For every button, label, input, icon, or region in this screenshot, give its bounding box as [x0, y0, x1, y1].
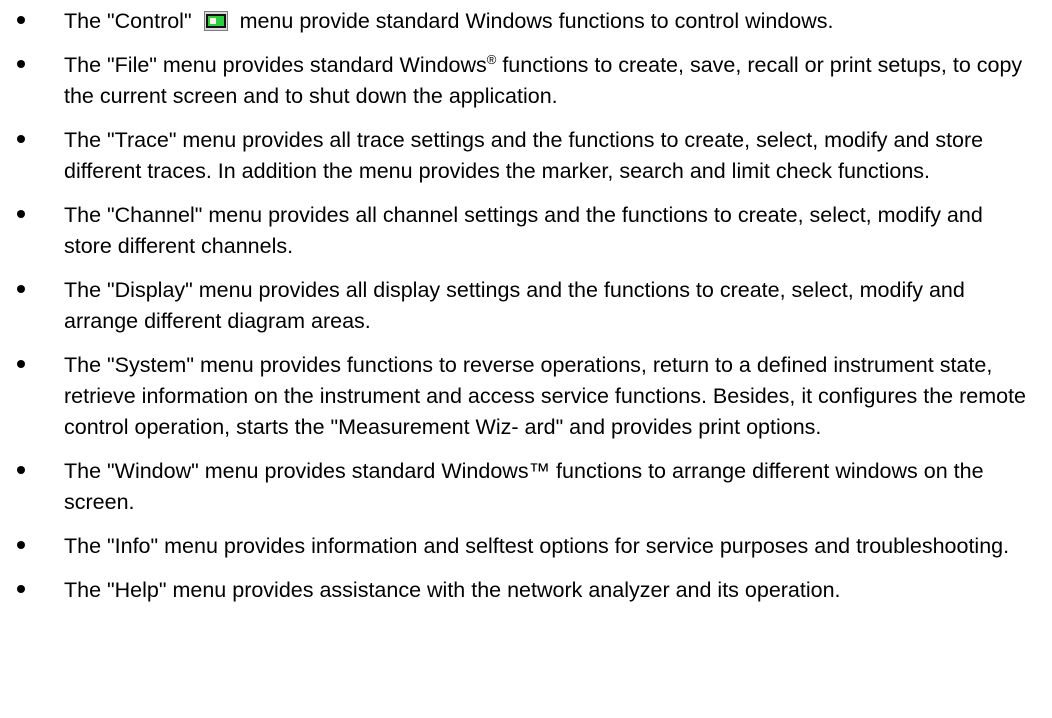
- menu-description-list: The "Control" menu provide standard Wind…: [0, 6, 1052, 606]
- list-item-system: The "System" menu provides functions to …: [0, 350, 1052, 443]
- system-text: The "System" menu provides functions to …: [64, 353, 1026, 439]
- registered-mark: ®: [486, 51, 497, 67]
- bullet: [11, 456, 31, 487]
- control-text-end: menu provide standard Windows functions …: [239, 9, 834, 33]
- trace-text: The "Trace" menu provides all trace sett…: [64, 128, 984, 183]
- window-text: The "Window" menu provides standard Wind…: [64, 459, 984, 514]
- bullet: [11, 6, 31, 37]
- list-item-window: The "Window" menu provides standard Wind…: [0, 456, 1052, 518]
- list-item-display: The "Display" menu provides all display …: [0, 275, 1052, 337]
- channel-text: The "Channel" menu provides all channel …: [64, 203, 983, 258]
- control-text-start: The "Control": [64, 9, 192, 33]
- help-text: The "Help" menu provides assistance with…: [64, 578, 841, 602]
- list-item-channel: The "Channel" menu provides all channel …: [0, 200, 1052, 262]
- control-menu-icon: [203, 11, 228, 31]
- list-item-trace: The "Trace" menu provides all trace sett…: [0, 125, 1052, 187]
- list-item-info: The "Info" menu provides information and…: [0, 531, 1052, 562]
- file-text-start: The "File" menu provides standard Window…: [64, 53, 487, 77]
- list-item-control: The "Control" menu provide standard Wind…: [0, 6, 1052, 37]
- display-text: The "Display" menu provides all display …: [64, 278, 965, 333]
- bullet: [11, 531, 31, 562]
- info-text: The "Info" menu provides information and…: [64, 534, 1010, 558]
- bullet: [11, 275, 31, 306]
- bullet: [11, 575, 31, 606]
- list-item-help: The "Help" menu provides assistance with…: [0, 575, 1052, 606]
- bullet: [11, 125, 31, 156]
- bullet: [11, 350, 31, 381]
- bullet: [11, 200, 31, 231]
- list-item-file: The "File" menu provides standard Window…: [0, 50, 1052, 112]
- bullet: [11, 50, 31, 81]
